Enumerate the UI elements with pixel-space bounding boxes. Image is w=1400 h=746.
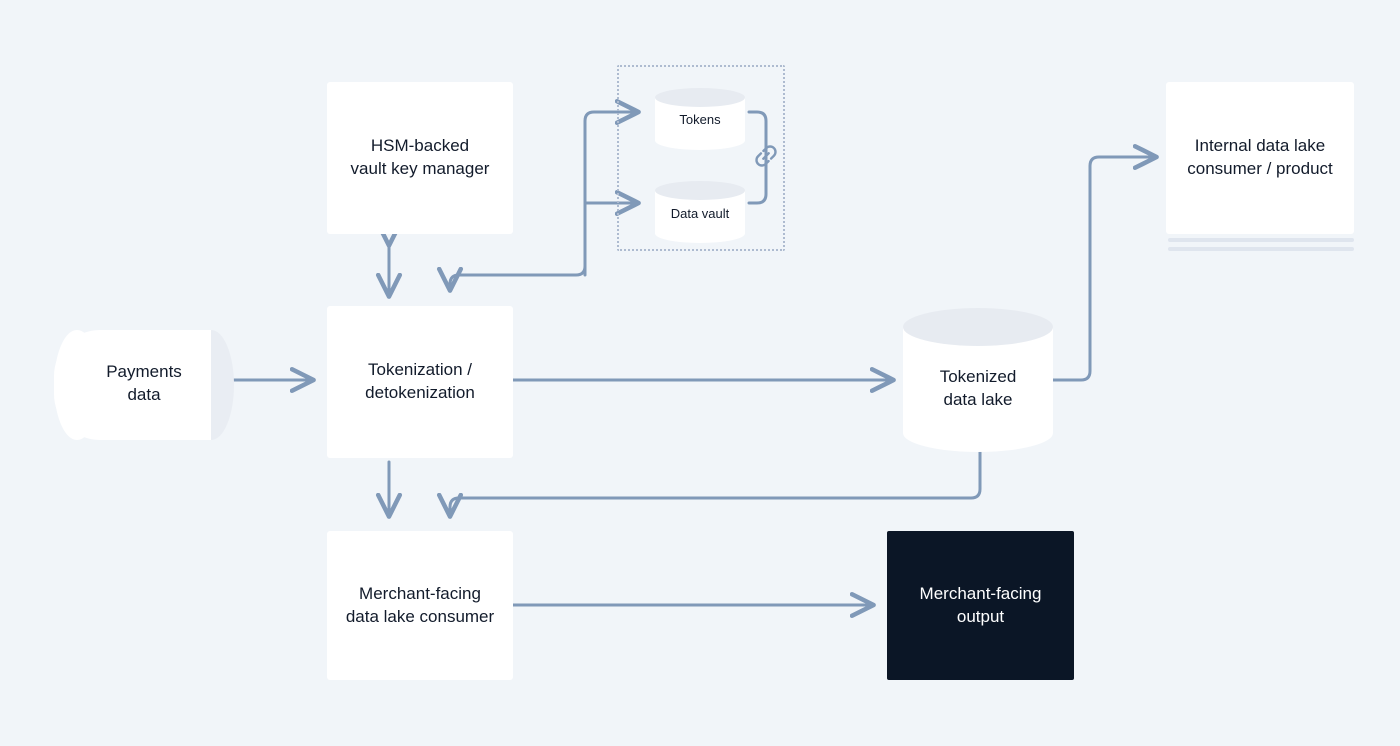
node-data-vault[interactable]: Data vault <box>655 181 745 243</box>
merchant-consumer-line2: data lake consumer <box>345 606 495 626</box>
tokenization-label: Tokenization / detokenization <box>353 359 487 404</box>
hsm-vault-line1: HSM-backed <box>370 136 470 156</box>
internal-consumer-label: Internal data lake consumer / product <box>1175 135 1345 180</box>
diagram-canvas: Payments data HSM-backed vault key manag… <box>0 0 1400 746</box>
node-merchant-facing-data-lake-consumer[interactable]: Merchant-facing data lake consumer <box>327 531 513 680</box>
tokenized-lake-line2: data lake <box>943 389 1013 409</box>
tokenized-lake-label: Tokenized data lake <box>903 366 1053 411</box>
node-internal-data-lake-consumer[interactable]: Internal data lake consumer / product <box>1166 82 1354 234</box>
payments-data-line2: data <box>127 384 161 404</box>
tokenized-lake-cap-top <box>903 308 1053 346</box>
node-hsm-vault-key-manager[interactable]: HSM-backed vault key manager <box>327 82 513 234</box>
tokenization-line2: detokenization <box>365 383 475 402</box>
internal-consumer-line2: consumer / product <box>1187 159 1333 178</box>
merchant-output-line2: output <box>956 606 1005 626</box>
internal-consumer-stack-line-1 <box>1168 238 1354 242</box>
tokens-label: Tokens <box>679 112 721 127</box>
hsm-vault-label: HSM-backed vault key manager <box>339 135 502 180</box>
node-tokenization-detokenization[interactable]: Tokenization / detokenization <box>327 306 513 458</box>
tokens-cap-top <box>655 88 745 107</box>
tokenization-line1: Tokenization / <box>368 360 472 380</box>
payments-data-label: Payments data <box>54 361 234 406</box>
merchant-consumer-line1: Merchant-facing <box>359 583 481 603</box>
data-vault-label: Data vault <box>670 206 730 221</box>
node-tokenized-data-lake[interactable]: Tokenized data lake <box>903 308 1053 452</box>
link-chain-icon <box>750 140 782 172</box>
hsm-vault-line2: vault key manager <box>350 159 490 178</box>
edge-lake-to-internal <box>1051 157 1156 382</box>
internal-consumer-line1: Internal data lake <box>1194 136 1326 156</box>
data-vault-cap-top <box>655 181 745 200</box>
merchant-consumer-label: Merchant-facing data lake consumer <box>334 583 506 628</box>
tokenized-lake-line1: Tokenized <box>939 367 1017 386</box>
merchant-output-line1: Merchant-facing <box>919 583 1042 603</box>
merchant-output-label: Merchant-facing output <box>920 583 1042 628</box>
edge-vault-return-to-tokenization <box>450 238 587 290</box>
node-tokens-store[interactable]: Tokens <box>655 88 745 150</box>
node-payments-data[interactable]: Payments data <box>54 330 234 440</box>
node-merchant-facing-output[interactable]: Merchant-facing output <box>887 531 1074 680</box>
internal-consumer-stack-line-2 <box>1168 247 1354 251</box>
payments-data-line1: Payments <box>106 362 182 381</box>
edge-lake-to-merchant-consumer <box>450 450 982 516</box>
